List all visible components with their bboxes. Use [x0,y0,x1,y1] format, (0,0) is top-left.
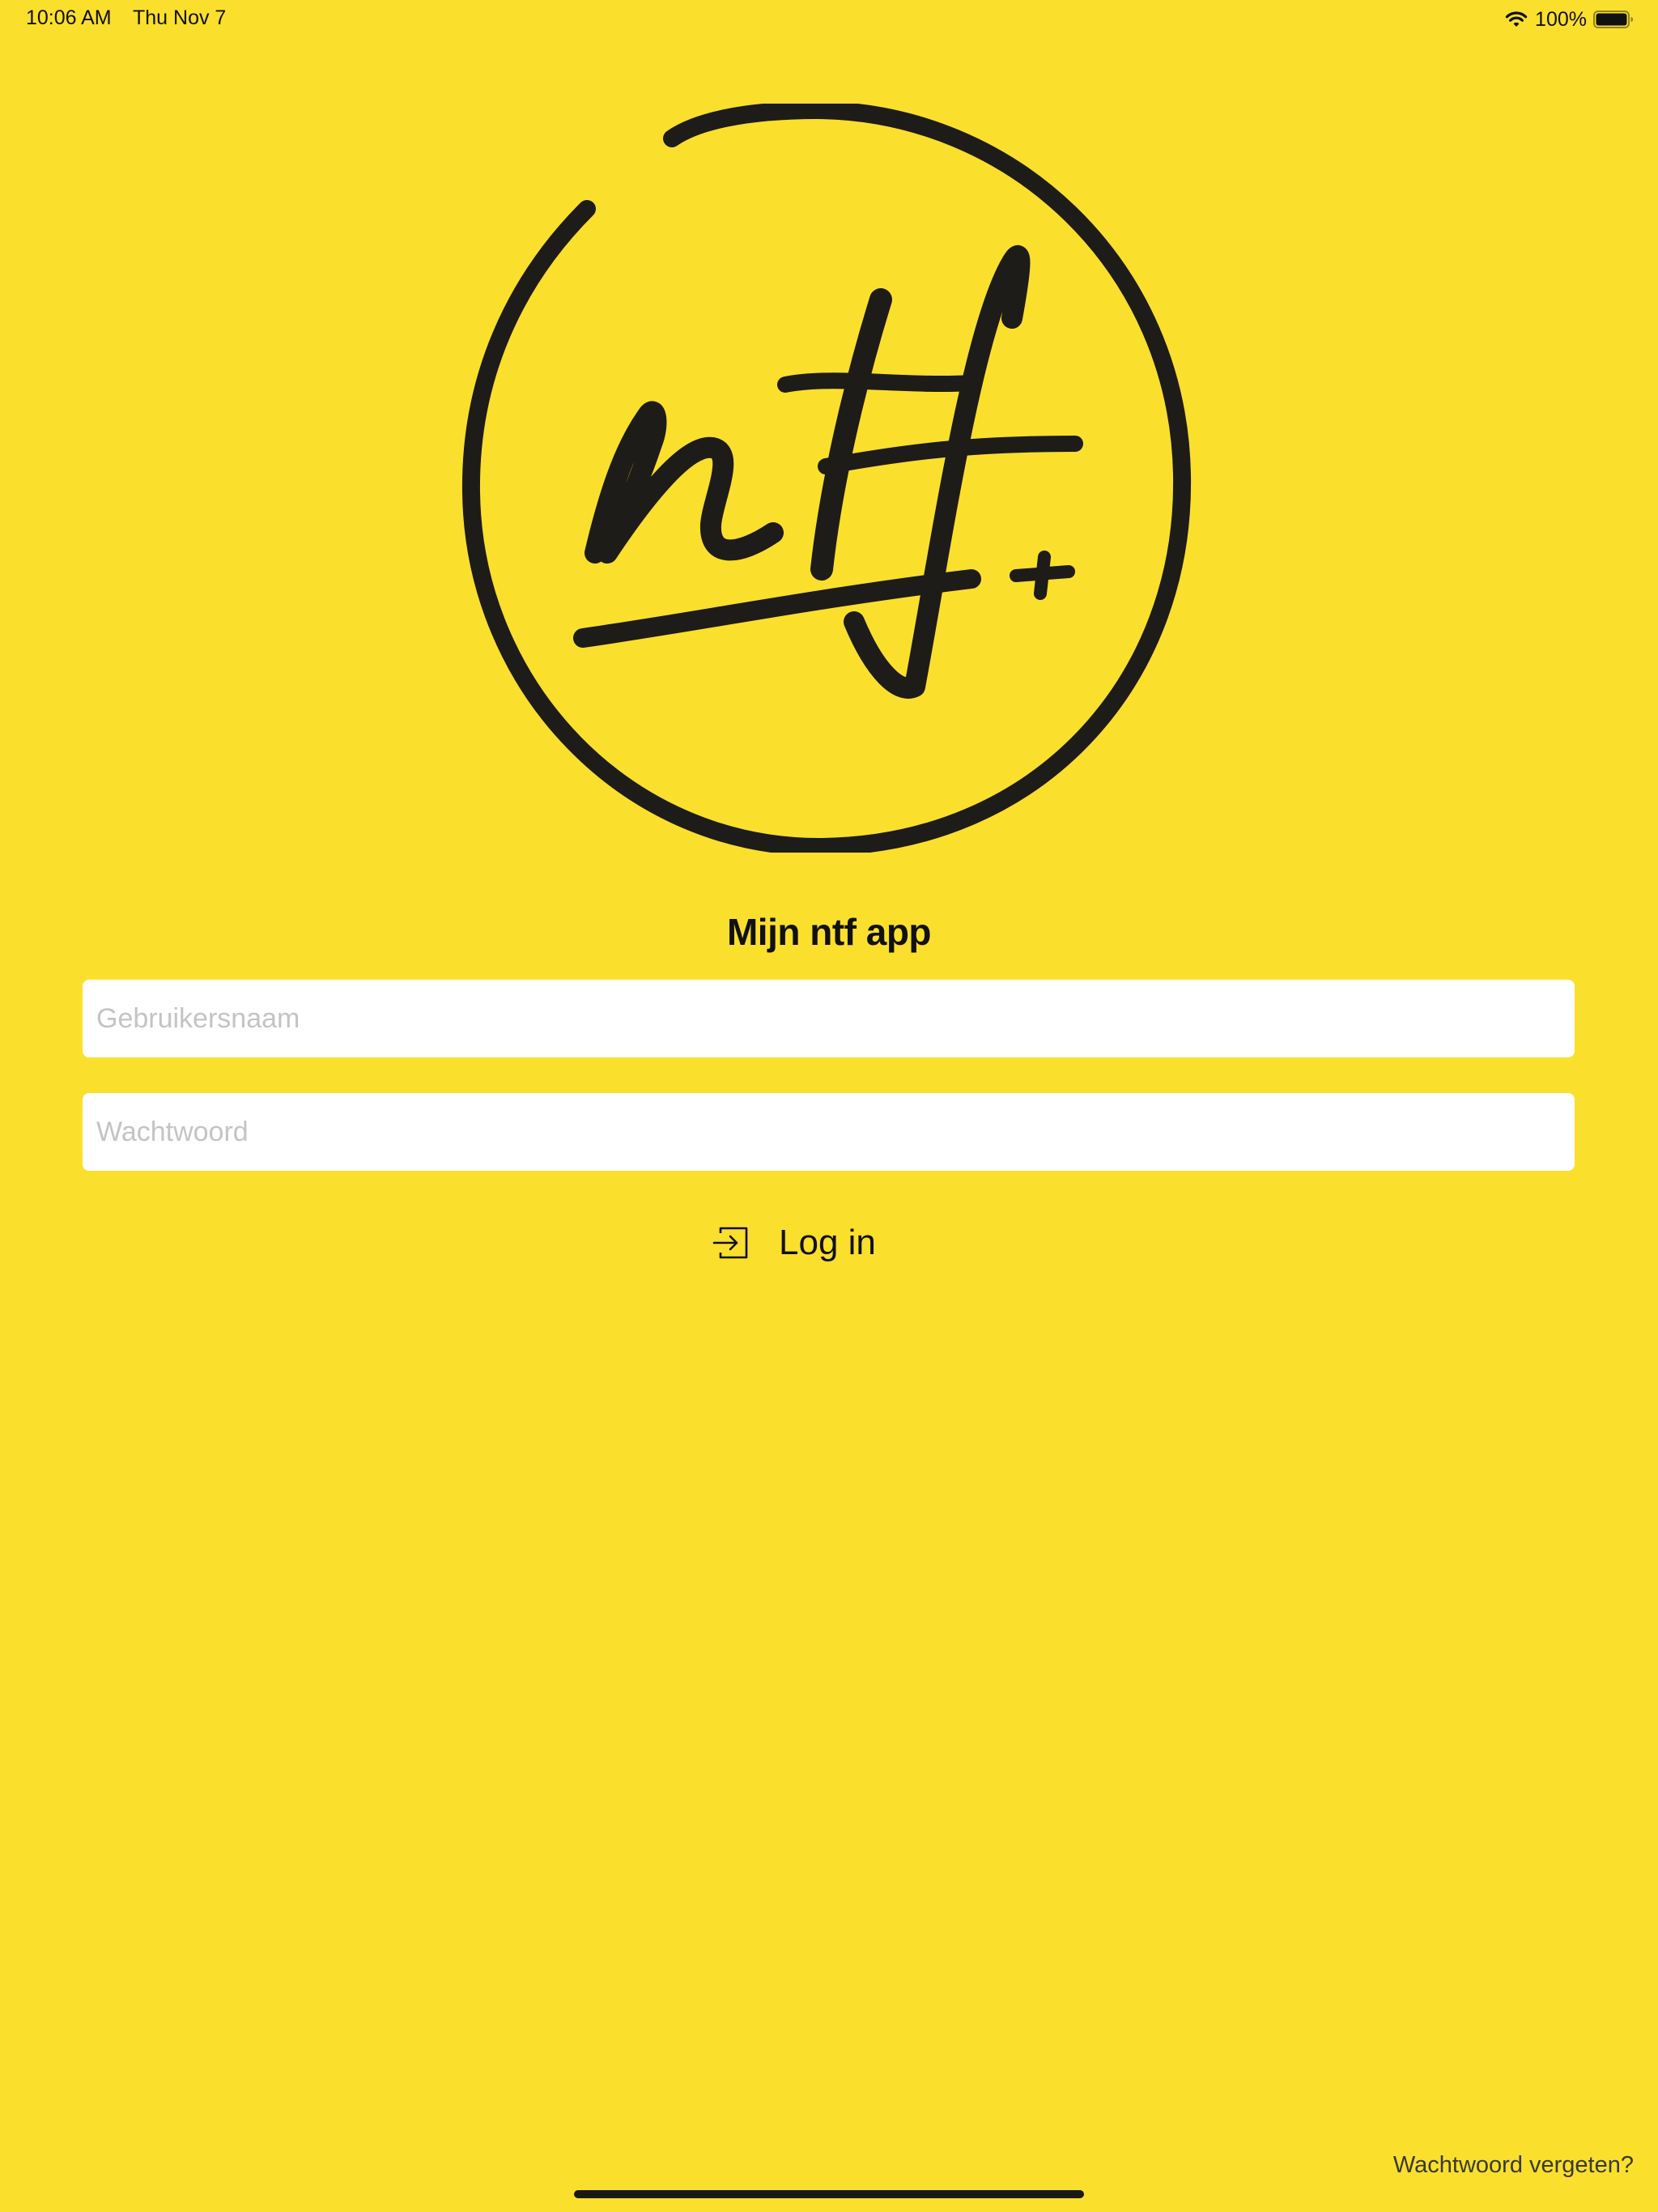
status-date: Thu Nov 7 [133,6,227,29]
battery-percentage: 100% [1535,7,1587,31]
wifi-icon [1504,10,1528,29]
page-title: Mijn ntf app [726,911,932,953]
login-label: Log in [779,1223,876,1262]
login-button[interactable]: Log in [712,1214,907,1271]
status-time: 10:06 AM [26,6,112,29]
battery-icon [1593,10,1634,29]
ntf-logo [453,104,1202,853]
status-indicators: 100% [1504,6,1634,32]
password-field[interactable] [83,1093,1575,1171]
login-arrow-icon [712,1226,750,1260]
status-bar: 10:06 AM Thu Nov 7 100% [0,0,1658,39]
forgot-password-link[interactable]: Wachtwoord vergeten? [1393,2152,1634,2179]
username-input[interactable] [83,980,1575,1057]
home-indicator[interactable] [574,2190,1084,2198]
password-input[interactable] [83,1093,1575,1171]
username-field[interactable] [83,980,1575,1057]
